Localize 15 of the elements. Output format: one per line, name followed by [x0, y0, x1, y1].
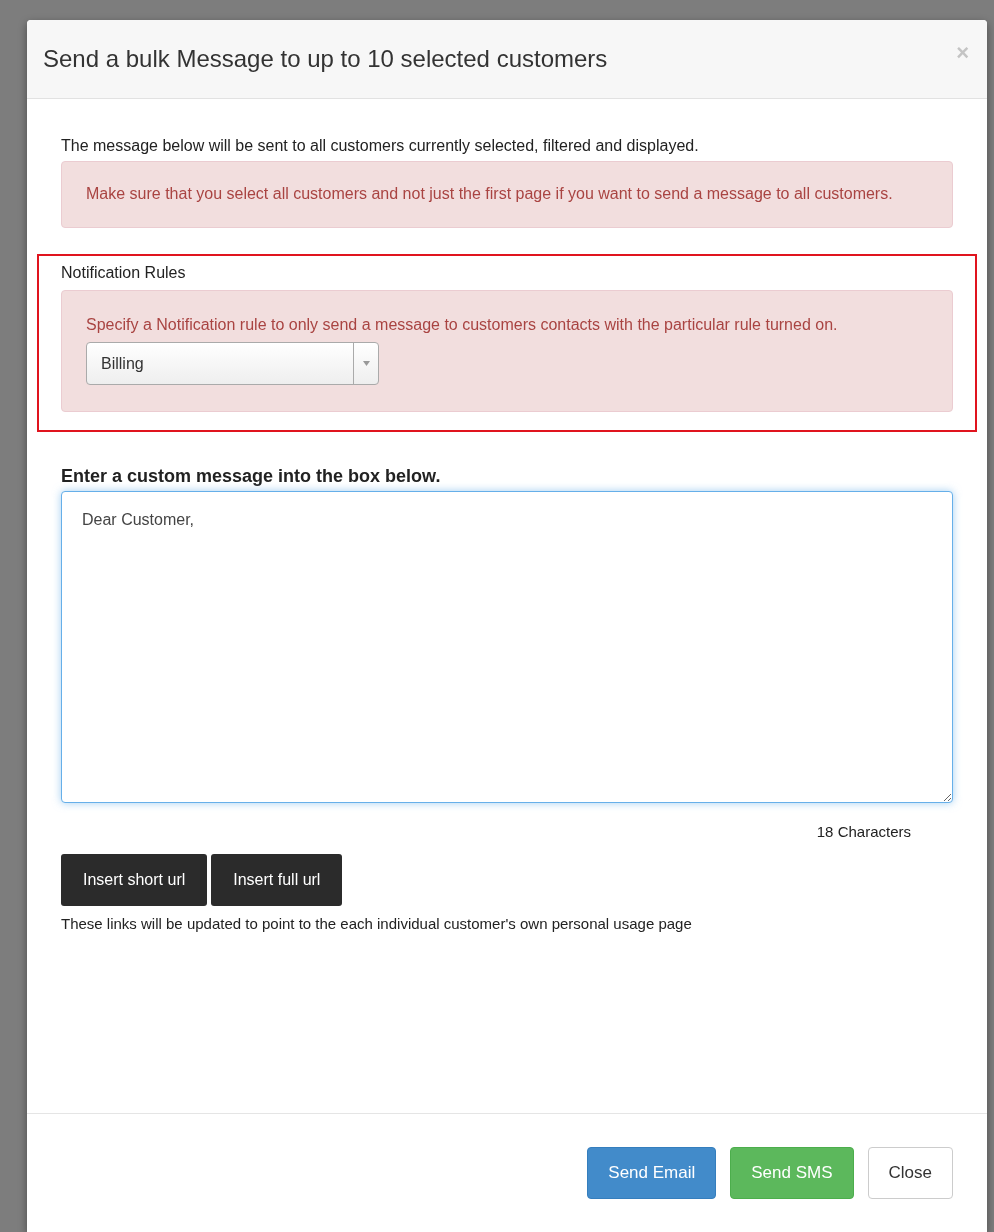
intro-text: The message below will be sent to all customers currently selected, filtered and displayed.	[61, 137, 700, 155]
insert-url-button[interactable]: Insert full url	[211, 854, 343, 906]
dialog-title: Send a bulk Message to up to 10 selected customers	[43, 45, 608, 73]
message-textarea[interactable]: Dear Customer,	[61, 491, 953, 803]
warning-alert: Make sure that you select all customers and not just the first page if you want to send a message to all customers.	[61, 161, 953, 228]
notification-rule-select[interactable]: Billing	[86, 342, 379, 385]
message-label: Enter a custom message into the box below.	[61, 466, 442, 487]
insert-hint-text: These links will be updated to point to the each individual customer's own personal usage page	[61, 914, 693, 934]
close-button[interactable]: Close	[867, 1147, 953, 1199]
notification-rules-label: Notification Rules	[61, 264, 187, 282]
caret-icon	[362, 361, 370, 366]
character-count: 18 Characters	[815, 823, 911, 840]
insert-url-button[interactable]: Insert short url	[61, 854, 208, 906]
notification-rules-text: Specify a Notification rule to only send a message to customers contacts with the particular rule turned on.	[86, 316, 838, 333]
send-button[interactable]: Send Email	[587, 1147, 717, 1199]
